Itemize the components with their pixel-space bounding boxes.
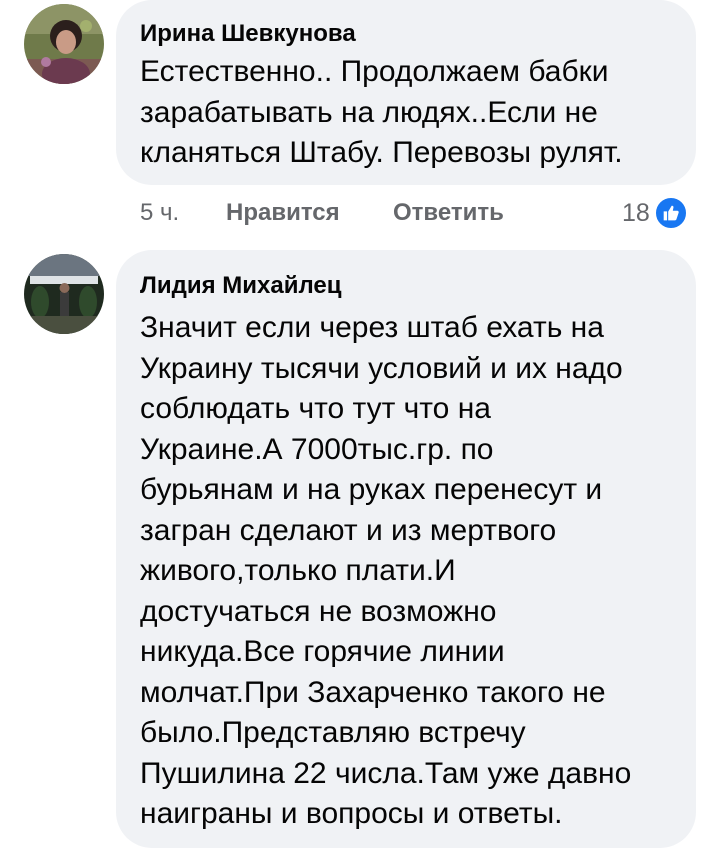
like-icon: [653, 196, 688, 230]
avatar-photo: [24, 254, 104, 334]
reply-button[interactable]: Ответить: [393, 198, 504, 228]
like-button[interactable]: Нравится: [226, 198, 340, 228]
comment-author[interactable]: Ирина Шевкунова: [140, 20, 356, 48]
comment-author[interactable]: Лидия Михайлец: [140, 272, 341, 300]
comment-text: Естественно.. Продолжаем бабки зарабатыв…: [140, 55, 623, 169]
avatar[interactable]: [24, 4, 104, 84]
comment-timestamp[interactable]: 5 ч.: [140, 198, 179, 228]
comment-bubble: Ирина Шевкунова Естественно.. Продолжаем…: [116, 0, 696, 185]
comment-text: Значит если через штаб ехать на Украину …: [140, 311, 632, 830]
avatar-photo: [24, 4, 104, 84]
reaction-summary[interactable]: 18: [622, 195, 688, 231]
avatar[interactable]: [24, 254, 104, 334]
reaction-count: 18: [622, 198, 650, 227]
comment-bubble: Лидия Михайлец Значит если через штаб ех…: [116, 250, 696, 848]
